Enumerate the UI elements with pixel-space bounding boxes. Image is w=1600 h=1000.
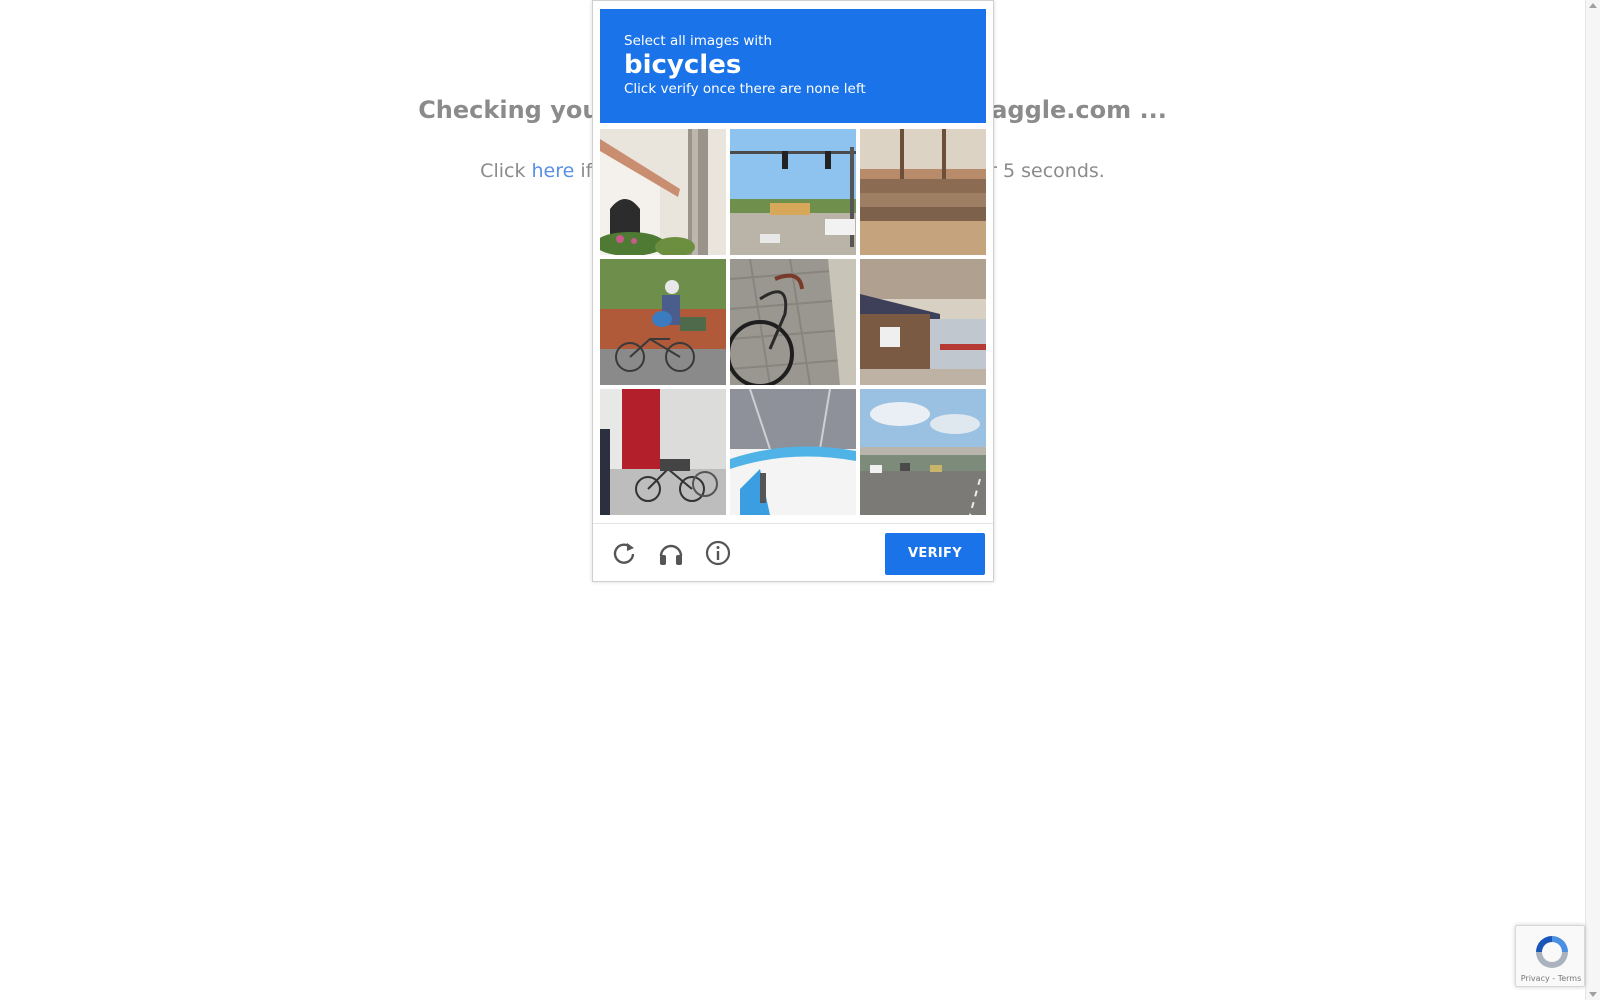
captcha-tile-3[interactable]	[860, 129, 986, 255]
captcha-footer: VERIFY	[593, 523, 993, 581]
reload-icon[interactable]	[610, 539, 638, 567]
scroll-down-icon[interactable]	[1589, 992, 1597, 997]
badge-separator: -	[1549, 974, 1558, 983]
bicycle-wheel-pavement-image	[730, 259, 856, 385]
recaptcha-logo-icon	[1536, 936, 1568, 968]
captcha-tile-5[interactable]	[730, 259, 856, 385]
wooden-boat-image	[860, 129, 986, 255]
captcha-challenge-dialog: Select all images with bicycles Click ve…	[592, 0, 994, 582]
info-icon[interactable]	[704, 539, 732, 567]
recaptcha-badge[interactable]: Privacy - Terms	[1515, 925, 1585, 987]
house-with-tree-image	[600, 129, 726, 255]
bicycle-closeup-street-image	[730, 389, 856, 515]
privacy-link[interactable]: Privacy	[1521, 974, 1550, 983]
captcha-header: Select all images with bicycles Click ve…	[600, 9, 986, 123]
person-riding-bicycle-image	[600, 259, 726, 385]
redirect-prefix: Click	[480, 160, 532, 182]
badge-links: Privacy - Terms	[1516, 974, 1586, 983]
captcha-tile-1[interactable]	[600, 129, 726, 255]
captcha-subinstruction: Click verify once there are none left	[624, 81, 866, 97]
headphones-icon[interactable]	[657, 539, 685, 567]
vertical-scrollbar[interactable]	[1585, 0, 1600, 1000]
traffic-light-street-image	[730, 129, 856, 255]
verify-button[interactable]: VERIFY	[885, 533, 985, 575]
captcha-image-grid	[600, 129, 986, 515]
captcha-tile-7[interactable]	[600, 389, 726, 515]
scroll-up-icon[interactable]	[1589, 3, 1597, 8]
redirect-link[interactable]: here	[532, 160, 575, 182]
captcha-tile-9[interactable]	[860, 389, 986, 515]
highway-overpass-image	[860, 389, 986, 515]
captcha-instruction: Select all images with	[624, 33, 773, 49]
captcha-target: bicycles	[624, 50, 742, 80]
captcha-tile-8[interactable]	[730, 389, 856, 515]
captcha-tile-6[interactable]	[860, 259, 986, 385]
bicycles-parked-image	[600, 389, 726, 515]
captcha-tile-4[interactable]	[600, 259, 726, 385]
captcha-tile-2[interactable]	[730, 129, 856, 255]
terms-link[interactable]: Terms	[1558, 974, 1582, 983]
storefront-image	[860, 259, 986, 385]
